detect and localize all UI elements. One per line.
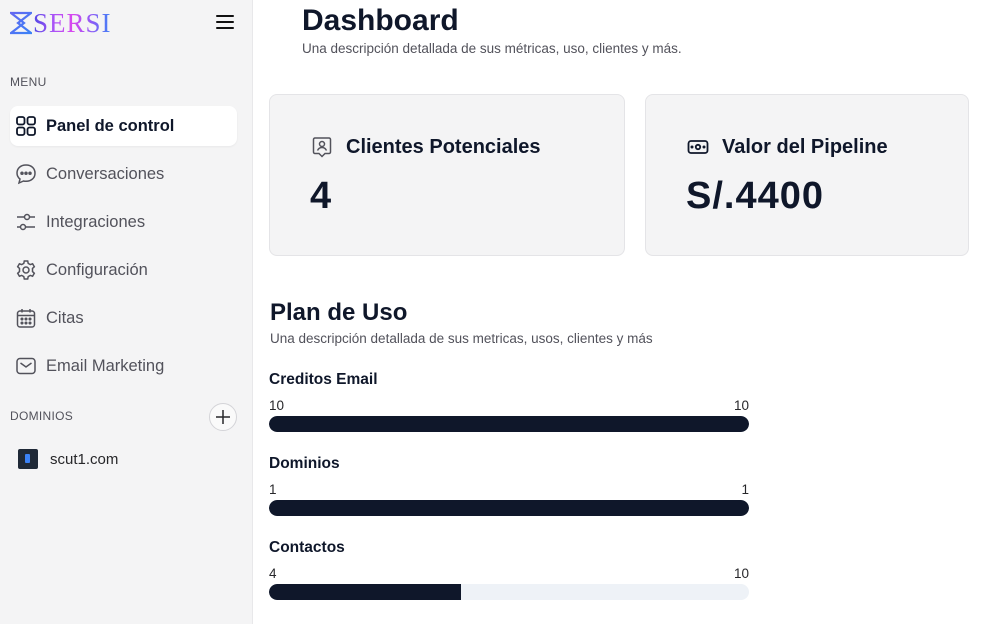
- sidebar: SERSI MENU Panel de control Conversacion…: [0, 0, 253, 624]
- sidebar-item-panel-de-control[interactable]: Panel de control: [10, 106, 237, 146]
- usage-progress-fill: [269, 584, 461, 600]
- domain-item-scut1[interactable]: scut1.com: [18, 449, 118, 469]
- sidebar-item-label: Email Marketing: [46, 356, 165, 375]
- usage-section-description: Una descripción detallada de sus metrica…: [270, 331, 653, 346]
- usage-item-counts: 1 1: [269, 482, 749, 498]
- leads-card-header: Clientes Potenciales: [310, 135, 541, 159]
- usage-item-counts: 10 10: [269, 398, 749, 414]
- pipeline-card-header: Valor del Pipeline: [686, 135, 888, 159]
- money-icon: [686, 135, 710, 159]
- usage-progress-bar: [269, 416, 749, 432]
- usage-item-contactos: Contactos 4 10: [269, 539, 749, 600]
- hamburger-menu-icon[interactable]: [214, 12, 236, 32]
- sidebar-item-label: Integraciones: [46, 212, 146, 231]
- leads-card: Clientes Potenciales 4: [269, 94, 625, 256]
- plus-icon: [216, 410, 230, 424]
- sidebar-item-configuracion[interactable]: Configuración: [10, 250, 237, 290]
- grid-icon: [14, 114, 38, 138]
- leads-card-value: 4: [310, 175, 333, 217]
- usage-item-label: Dominios: [269, 455, 340, 472]
- sidebar-item-conversaciones[interactable]: Conversaciones: [10, 154, 237, 194]
- domain-favicon-icon: [18, 449, 38, 469]
- usage-item-label: Creditos Email: [269, 371, 378, 388]
- sidebar-item-label: Conversaciones: [46, 164, 165, 183]
- usage-limit: 1: [741, 482, 749, 497]
- pipeline-card: Valor del Pipeline S/.4400: [645, 94, 969, 256]
- sidebar-item-label: Citas: [46, 308, 84, 327]
- logo-mark-icon: [10, 11, 32, 35]
- menu-section-label: MENU: [10, 75, 47, 89]
- usage-item-label: Contactos: [269, 539, 345, 556]
- usage-item-creditos-email: Creditos Email 10 10: [269, 371, 749, 432]
- sidebar-item-email-marketing[interactable]: Email Marketing: [10, 346, 237, 386]
- chat-bubble-icon: [14, 162, 38, 186]
- pipeline-card-title: Valor del Pipeline: [722, 135, 888, 158]
- usage-progress-fill: [269, 416, 749, 432]
- usage-used: 10: [269, 398, 285, 413]
- page-description: Una descripción detallada de sus métrica…: [302, 41, 682, 56]
- usage-section-title: Plan de Uso: [270, 299, 408, 326]
- usage-progress-bar: [269, 500, 749, 516]
- usage-used: 4: [269, 566, 277, 581]
- calendar-icon: [14, 306, 38, 330]
- mail-icon: [14, 354, 38, 378]
- usage-progress-bar: [269, 584, 749, 600]
- pipeline-card-value: S/.4400: [686, 175, 824, 217]
- sidebar-item-citas[interactable]: Citas: [10, 298, 237, 338]
- sidebar-item-label: Panel de control: [46, 116, 175, 135]
- contact-badge-icon: [310, 135, 334, 159]
- app-root: SERSI MENU Panel de control Conversacion…: [0, 0, 986, 624]
- usage-used: 1: [269, 482, 277, 497]
- usage-item-counts: 4 10: [269, 566, 749, 582]
- sidebar-item-label: Configuración: [46, 260, 148, 279]
- sidebar-item-integraciones[interactable]: Integraciones: [10, 202, 237, 242]
- leads-card-title: Clientes Potenciales: [346, 135, 541, 158]
- usage-progress-fill: [269, 500, 749, 516]
- domain-label: scut1.com: [50, 450, 119, 468]
- domains-section-label: DOMINIOS: [10, 409, 74, 423]
- usage-item-dominios: Dominios 1 1: [269, 455, 749, 516]
- usage-limit: 10: [733, 566, 749, 581]
- usage-limit: 10: [733, 398, 749, 413]
- page-title: Dashboard: [302, 4, 459, 37]
- gear-icon: [14, 258, 38, 282]
- brand-logo[interactable]: SERSI: [10, 8, 112, 38]
- add-domain-button[interactable]: [209, 403, 237, 431]
- sliders-icon: [14, 210, 38, 234]
- brand-name: SERSI: [33, 8, 112, 38]
